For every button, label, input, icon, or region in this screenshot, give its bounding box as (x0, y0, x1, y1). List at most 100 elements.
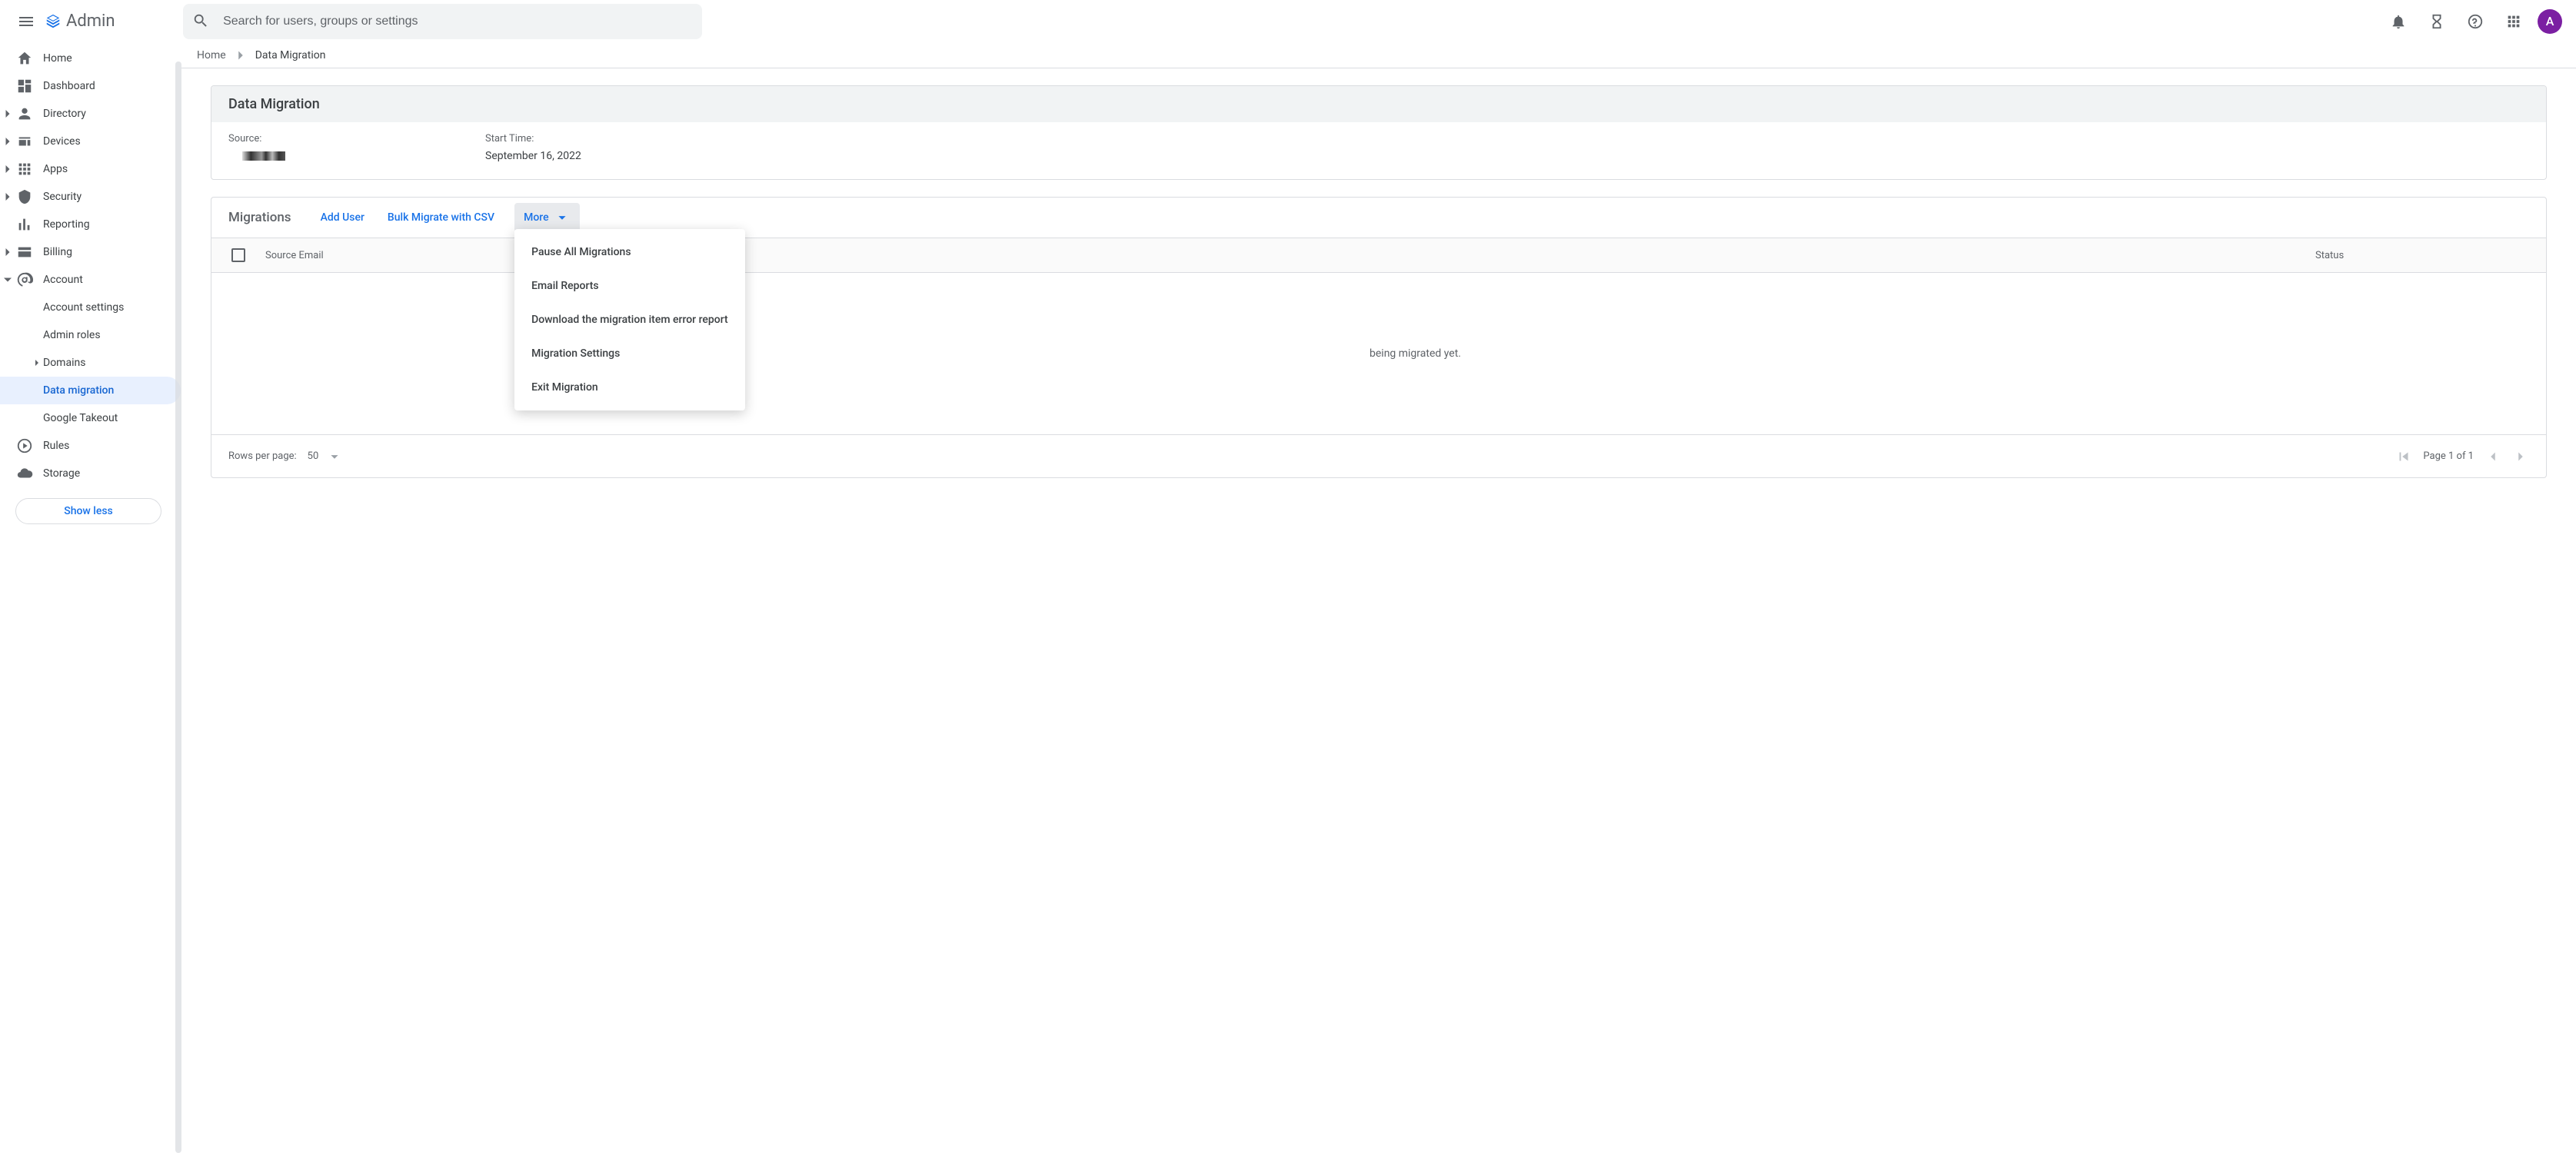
sidebar-item-account[interactable]: Account (0, 266, 181, 294)
breadcrumb-home[interactable]: Home (197, 49, 226, 61)
chart-icon (15, 215, 34, 234)
sidebar-sub-google-takeout[interactable]: Google Takeout (0, 404, 181, 432)
migrations-title: Migrations (228, 210, 291, 225)
select-all-checkbox[interactable] (231, 248, 245, 262)
scrollbar[interactable] (175, 61, 181, 1153)
sidebar-item-label: Apps (43, 163, 68, 175)
rows-per-page-value: 50 (308, 450, 319, 462)
apps-icon (15, 160, 34, 178)
show-less-label: Show less (64, 505, 113, 517)
card-title: Data Migration (211, 86, 2546, 122)
menu-item-migration-settings[interactable]: Migration Settings (514, 337, 745, 370)
chevron-right-icon (0, 238, 15, 266)
person-icon (15, 105, 34, 123)
billing-icon (15, 243, 34, 261)
sidebar-item-devices[interactable]: Devices (0, 128, 181, 155)
hamburger-menu-icon[interactable] (8, 3, 45, 40)
account-avatar[interactable]: A (2538, 9, 2562, 34)
more-button[interactable]: More Pause All Migrations Email Reports … (514, 203, 580, 232)
chevron-right-icon (0, 155, 15, 183)
next-page-icon[interactable] (2512, 448, 2529, 465)
add-user-button[interactable]: Add User (318, 207, 368, 228)
shield-icon (15, 188, 34, 206)
chevron-right-icon (0, 128, 15, 155)
migration-summary-card: Data Migration Source: Start Time: Septe… (211, 85, 2547, 180)
sidebar-sub-label: Data migration (43, 384, 114, 397)
start-time-value: September 16, 2022 (485, 147, 581, 165)
apps-grid-icon[interactable] (2496, 4, 2531, 39)
bulk-migrate-button[interactable]: Bulk Migrate with CSV (384, 207, 498, 228)
sidebar-item-label: Devices (43, 135, 81, 148)
sidebar-item-billing[interactable]: Billing (0, 238, 181, 266)
page-text: Page 1 of 1 (2423, 450, 2474, 462)
breadcrumb: Home Data Migration (181, 43, 2576, 68)
sidebar-sub-label: Admin roles (43, 329, 101, 341)
search-bar[interactable] (183, 4, 702, 39)
sidebar-sub-data-migration[interactable]: Data migration (0, 377, 181, 404)
chevron-right-icon (0, 100, 15, 128)
rules-icon (15, 437, 34, 455)
column-status[interactable]: Status (2315, 250, 2546, 261)
table-footer: Rows per page: 50 (211, 434, 2546, 477)
start-time-label: Start Time: (485, 131, 581, 147)
sidebar-item-storage[interactable]: Storage (0, 460, 181, 487)
sidebar-item-security[interactable]: Security (0, 183, 181, 211)
sidebar-item-home[interactable]: Home (0, 45, 181, 72)
notifications-icon[interactable] (2381, 4, 2416, 39)
menu-item-email-reports[interactable]: Email Reports (514, 269, 745, 303)
brand-logo[interactable]: Admin (45, 12, 115, 31)
sidebar-item-label: Dashboard (43, 80, 95, 92)
first-page-icon[interactable] (2395, 448, 2412, 465)
sidebar: Home Dashboard Directory (0, 43, 181, 1153)
sidebar-item-apps[interactable]: Apps (0, 155, 181, 183)
sidebar-item-directory[interactable]: Directory (0, 100, 181, 128)
sidebar-item-dashboard[interactable]: Dashboard (0, 72, 181, 100)
source-value-redacted (242, 151, 285, 161)
menu-item-pause-all[interactable]: Pause All Migrations (514, 235, 745, 269)
home-icon (15, 49, 34, 68)
help-icon[interactable] (2458, 4, 2493, 39)
sidebar-item-label: Billing (43, 246, 72, 258)
brand-text: Admin (66, 12, 115, 31)
caret-down-icon (326, 448, 343, 465)
sidebar-item-label: Directory (43, 108, 86, 120)
rows-per-page-select[interactable]: 50 (308, 448, 344, 465)
sidebar-sub-label: Domains (43, 357, 85, 369)
dashboard-icon (15, 77, 34, 95)
at-icon (15, 271, 34, 289)
sidebar-sub-admin-roles[interactable]: Admin roles (0, 321, 181, 349)
empty-state-text: being migrated yet. (1370, 347, 1461, 360)
source-label: Source: (228, 131, 285, 147)
menu-item-exit-migration[interactable]: Exit Migration (514, 370, 745, 404)
sidebar-item-label: Rules (43, 440, 69, 452)
devices-icon (15, 132, 34, 151)
sidebar-item-label: Storage (43, 467, 80, 480)
sidebar-item-rules[interactable]: Rules (0, 432, 181, 460)
caret-down-icon (554, 209, 571, 226)
avatar-initial: A (2546, 14, 2554, 28)
rows-per-page-label: Rows per page: (228, 450, 297, 462)
chevron-right-icon (0, 183, 15, 211)
admin-logo-icon (45, 13, 62, 30)
chevron-right-icon (31, 354, 43, 371)
prev-page-icon[interactable] (2484, 448, 2501, 465)
search-input[interactable] (223, 15, 693, 28)
chevron-down-icon (0, 266, 15, 294)
sidebar-item-label: Security (43, 191, 82, 203)
more-button-label: More (524, 211, 549, 224)
sidebar-item-label: Account (43, 274, 83, 286)
sidebar-item-label: Reporting (43, 218, 90, 231)
hourglass-icon[interactable] (2419, 4, 2455, 39)
sidebar-item-label: Home (43, 52, 72, 65)
sidebar-sub-label: Google Takeout (43, 412, 118, 424)
sidebar-item-reporting[interactable]: Reporting (0, 211, 181, 238)
sidebar-sub-account-settings[interactable]: Account settings (0, 294, 181, 321)
search-icon (192, 12, 210, 31)
more-menu: Pause All Migrations Email Reports Downl… (514, 229, 745, 410)
sidebar-sub-label: Account settings (43, 301, 124, 314)
sidebar-sub-domains[interactable]: Domains (0, 349, 181, 377)
menu-item-download-error-report[interactable]: Download the migration item error report (514, 303, 745, 337)
show-less-button[interactable]: Show less (15, 498, 161, 524)
breadcrumb-current: Data Migration (255, 49, 326, 61)
migrations-card: Migrations Add User Bulk Migrate with CS… (211, 197, 2547, 478)
